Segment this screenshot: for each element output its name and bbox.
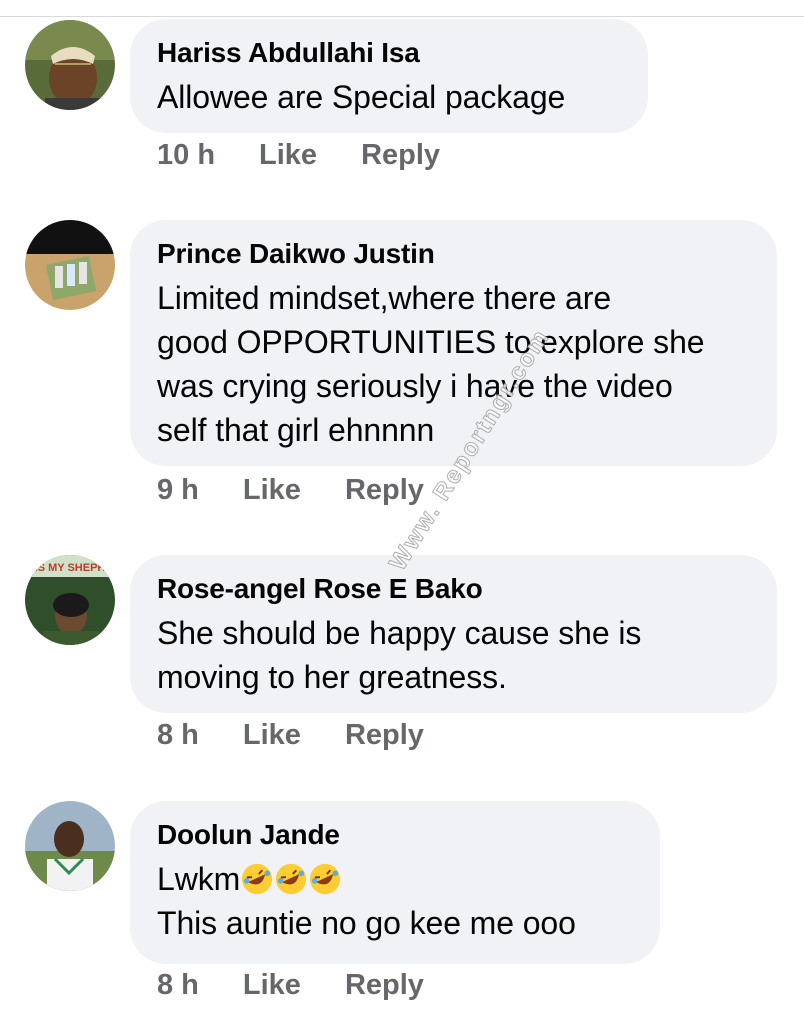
top-divider bbox=[0, 16, 804, 17]
avatar[interactable] bbox=[25, 801, 115, 891]
comment-bubble: Hariss Abdullahi Isa Allowee are Special… bbox=[130, 19, 648, 133]
rolling-on-floor-laughing-icon bbox=[242, 863, 273, 895]
like-button[interactable]: Like bbox=[243, 719, 301, 752]
comment-actions: 9 h Like Reply bbox=[157, 474, 424, 507]
like-button[interactable]: Like bbox=[243, 969, 301, 1002]
avatar[interactable]: IS MY SHEPH bbox=[25, 555, 115, 645]
comment-timestamp[interactable]: 10 h bbox=[157, 139, 215, 172]
comment-actions: 8 h Like Reply bbox=[157, 969, 424, 1002]
comment-bubble: Prince Daikwo Justin Limited mindset,whe… bbox=[130, 220, 777, 466]
like-button[interactable]: Like bbox=[243, 474, 301, 507]
comment-text: Limited mindset,where there are good OPPO… bbox=[157, 280, 705, 448]
avatar-banner-text: IS MY SHEPH bbox=[35, 562, 106, 574]
comment-text: She should be happy cause she is moving t… bbox=[157, 615, 642, 695]
comment-timestamp[interactable]: 8 h bbox=[157, 719, 199, 752]
avatar[interactable] bbox=[25, 220, 115, 310]
reply-button[interactable]: Reply bbox=[345, 474, 424, 507]
reply-button[interactable]: Reply bbox=[361, 139, 440, 172]
comment-timestamp[interactable]: 9 h bbox=[157, 474, 199, 507]
comment-timestamp[interactable]: 8 h bbox=[157, 969, 199, 1002]
comment-text: Lwkm This auntie no go kee me ooo bbox=[157, 857, 632, 945]
rolling-on-floor-laughing-icon bbox=[310, 863, 341, 895]
reply-button[interactable]: Reply bbox=[345, 969, 424, 1002]
comment-actions: 8 h Like Reply bbox=[157, 719, 424, 752]
reply-button[interactable]: Reply bbox=[345, 719, 424, 752]
emoji-group bbox=[240, 861, 342, 897]
comment-text: Allowee are Special package bbox=[157, 79, 566, 115]
comment-author[interactable]: Doolun Jande bbox=[157, 819, 632, 851]
comment-bubble: Doolun Jande Lwkm This auntie no go kee m… bbox=[130, 801, 660, 964]
comment-actions: 10 h Like Reply bbox=[157, 139, 440, 172]
like-button[interactable]: Like bbox=[259, 139, 317, 172]
comment-author[interactable]: Rose-angel Rose E Bako bbox=[157, 573, 749, 605]
rolling-on-floor-laughing-icon bbox=[276, 863, 307, 895]
comment-author[interactable]: Prince Daikwo Justin bbox=[157, 238, 749, 270]
comment-author[interactable]: Hariss Abdullahi Isa bbox=[157, 37, 620, 69]
comment-bubble: Rose-angel Rose E Bako She should be hap… bbox=[130, 555, 777, 713]
avatar[interactable] bbox=[25, 20, 115, 110]
